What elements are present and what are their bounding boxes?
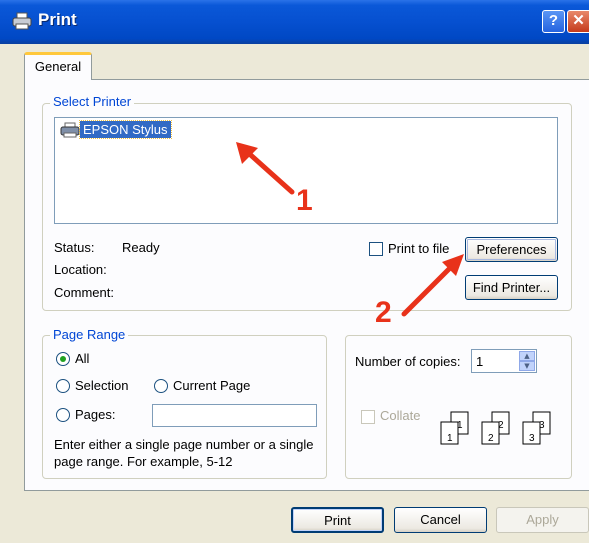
svg-text:3: 3 — [539, 420, 545, 431]
location-label: Location: — [54, 262, 107, 277]
print-button[interactable]: Print — [291, 507, 384, 533]
close-button[interactable]: ✕ — [567, 10, 589, 33]
spin-down-icon[interactable]: ▼ — [519, 361, 535, 371]
find-printer-button[interactable]: Find Printer... — [465, 275, 558, 300]
svg-text:2: 2 — [498, 420, 504, 431]
status-value: Ready — [122, 240, 160, 255]
copies-value[interactable]: 1 — [476, 354, 483, 369]
copies-spinbox[interactable]: 1 ▲ ▼ — [471, 349, 537, 373]
svg-text:1: 1 — [457, 420, 463, 431]
apply-button[interactable]: Apply — [496, 507, 589, 533]
radio-selection-label[interactable]: Selection — [75, 378, 128, 393]
annotation-arrow-2-icon — [401, 254, 464, 317]
printer-icon — [12, 12, 32, 30]
radio-selection[interactable] — [56, 379, 70, 393]
page-range-help-line-1: Enter either a single page number or a s… — [54, 437, 314, 452]
tab-general[interactable]: General — [24, 52, 92, 80]
pages-input[interactable] — [152, 404, 317, 427]
cancel-button[interactable]: Cancel — [394, 507, 487, 533]
status-label: Status: — [54, 240, 95, 255]
radio-pages-label[interactable]: Pages: — [75, 407, 115, 422]
title-bar[interactable] — [0, 0, 589, 44]
radio-current-page-label[interactable]: Current Page — [173, 378, 250, 393]
annotation-number-1: 1 — [296, 184, 313, 217]
collate-pages-icon: 11 22 33 — [440, 411, 551, 445]
comment-label: Comment: — [54, 285, 114, 300]
print-to-file-checkbox[interactable] — [369, 242, 383, 256]
radio-all[interactable] — [56, 352, 70, 366]
window-title: Print — [38, 10, 77, 29]
help-button[interactable]: ? — [542, 10, 565, 33]
printer-item-epson[interactable]: EPSON Stylus — [79, 120, 172, 139]
collate-checkbox[interactable] — [361, 410, 375, 424]
printer-icon — [60, 122, 80, 138]
collate-label[interactable]: Collate — [380, 408, 420, 423]
svg-text:3: 3 — [529, 433, 535, 444]
select-printer-legend: Select Printer — [50, 94, 135, 109]
number-of-copies-label: Number of copies: — [355, 354, 461, 369]
svg-text:1: 1 — [447, 433, 453, 444]
preferences-button[interactable]: Preferences — [465, 237, 558, 262]
page-range-help-line-2: page range. For example, 5-12 — [54, 454, 233, 469]
annotation-number-2: 2 — [375, 296, 392, 329]
spin-up-icon[interactable]: ▲ — [519, 351, 535, 361]
svg-text:2: 2 — [488, 433, 494, 444]
annotation-arrow-1-icon — [236, 142, 295, 195]
radio-pages[interactable] — [56, 408, 70, 422]
radio-current-page[interactable] — [154, 379, 168, 393]
radio-all-label[interactable]: All — [75, 351, 89, 366]
page-range-legend: Page Range — [50, 327, 129, 342]
